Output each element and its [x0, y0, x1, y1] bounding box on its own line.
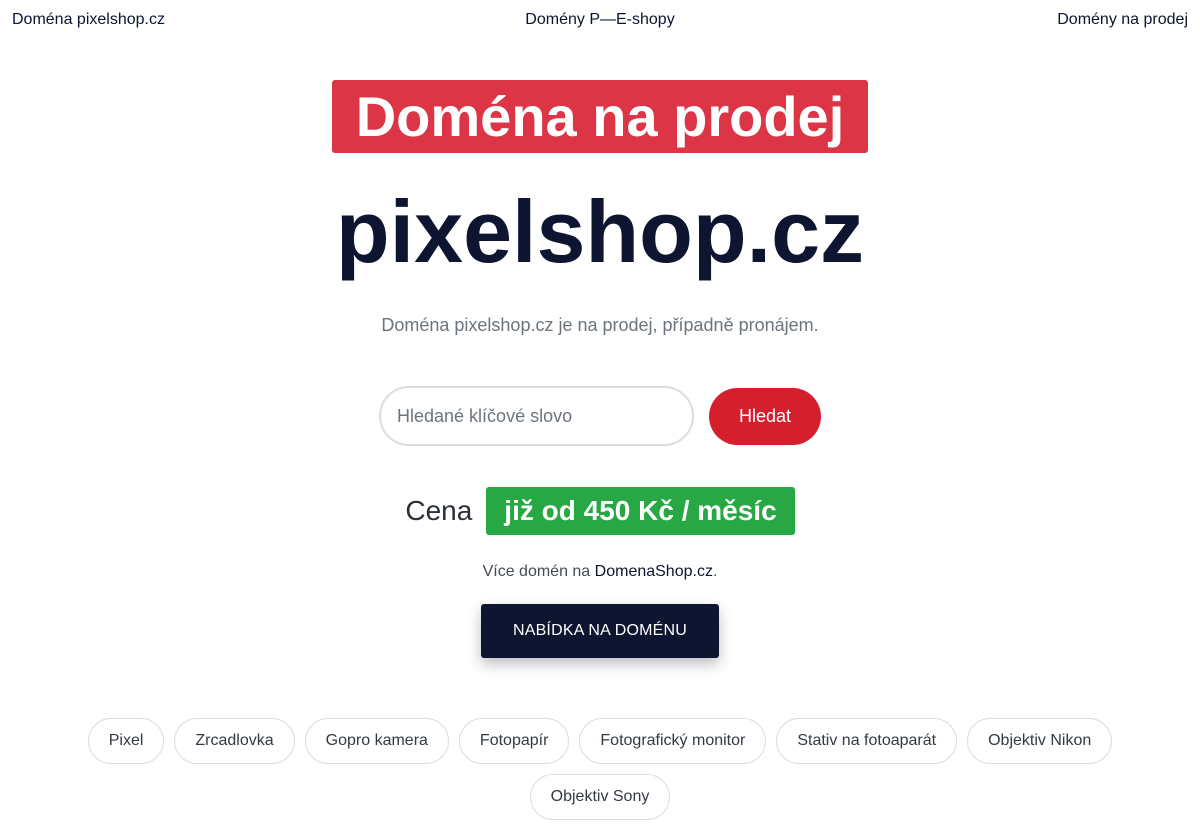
- tag-objektiv-nikon[interactable]: Objektiv Nikon: [967, 718, 1113, 764]
- price-row: Cena již od 450 Kč / měsíc: [0, 487, 1200, 535]
- keyword-tags: Pixel Zrcadlovka Gopro kamera Fotopapír …: [80, 718, 1120, 830]
- price-badge: již od 450 Kč / měsíc: [486, 487, 795, 535]
- tag-fotograficky-monitor[interactable]: Fotografický monitor: [579, 718, 767, 764]
- search-input[interactable]: [379, 386, 694, 446]
- tag-gopro-kamera[interactable]: Gopro kamera: [304, 718, 449, 764]
- subtitle: Doména pixelshop.cz je na prodej, případ…: [381, 315, 819, 335]
- search-form: Hledat: [379, 386, 821, 446]
- top-nav: Doména pixelshop.cz Domény P—E-shopy Dom…: [0, 0, 1200, 40]
- more-domains-text: Více domén na DomenaShop.cz.: [0, 563, 1200, 581]
- offer-button[interactable]: NABÍDKA NA DOMÉNU: [481, 604, 719, 658]
- more-domains-suffix: .: [712, 563, 718, 580]
- search-button[interactable]: Hledat: [709, 388, 821, 445]
- price-label: Cena: [405, 495, 473, 526]
- for-sale-banner: Doména na prodej: [331, 80, 869, 153]
- tag-fotopapir[interactable]: Fotopapír: [458, 718, 570, 764]
- tag-pixel[interactable]: Pixel: [87, 718, 165, 764]
- tag-objektiv-sony[interactable]: Objektiv Sony: [529, 774, 671, 820]
- nav-link-domains-for-sale[interactable]: Domény na prodej: [1057, 11, 1188, 29]
- tag-zrcadlovka[interactable]: Zrcadlovka: [174, 718, 295, 764]
- nav-link-eshop-domains[interactable]: Domény P—E-shopy: [0, 11, 1200, 29]
- banner-wrap: Doména na prodej: [0, 80, 1200, 153]
- domain-title: pixelshop.cz: [335, 182, 865, 281]
- domenashop-link[interactable]: DomenaShop.cz: [595, 563, 713, 580]
- more-domains-prefix: Více domén na: [482, 563, 595, 580]
- tag-stativ-na-fotoaparat[interactable]: Stativ na fotoaparát: [776, 718, 958, 764]
